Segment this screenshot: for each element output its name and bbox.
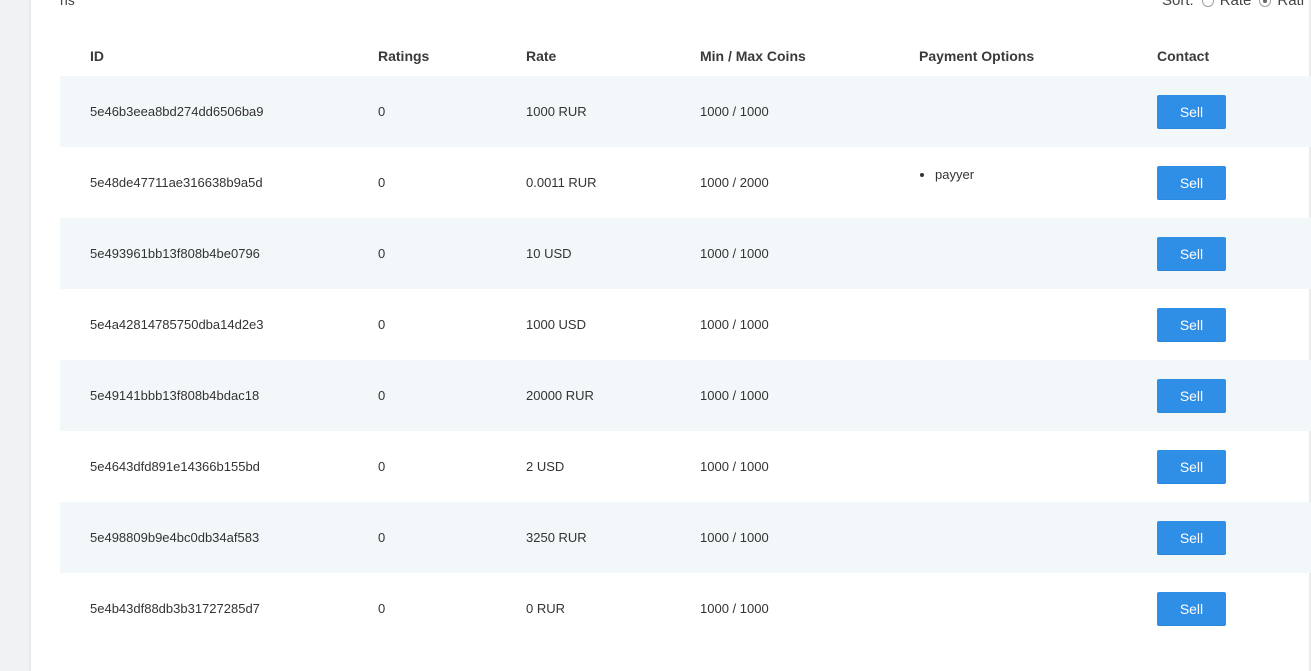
column-min-max-coins: Min / Max Coins [700, 48, 806, 64]
offer-id: 5e498809b9e4bc0db34af583 [90, 530, 260, 545]
offer-min-max: 1000 / 1000 [700, 530, 769, 545]
table-row: 5e4b43df88db3b31727285d7 0 0 RUR 1000 / … [60, 573, 1311, 644]
table-row: 5e4a42814785750dba14d2e3 0 1000 USD 1000… [60, 289, 1311, 360]
payment-option: payyer [935, 167, 1157, 183]
column-ratings: Ratings [378, 48, 430, 64]
offer-contact: Sell [1157, 94, 1311, 129]
column-id: ID [90, 48, 104, 64]
offer-rate: 1000 USD [526, 317, 586, 332]
sell-button[interactable]: Sell [1157, 94, 1226, 129]
table-row: 5e49141bbb13f808b4bdac18 0 20000 RUR 100… [60, 360, 1311, 431]
payment-options-list: payyer [919, 167, 1157, 183]
offer-id: 5e48de47711ae316638b9a5d [90, 175, 263, 190]
offer-ratings: 0 [378, 175, 386, 190]
sell-button[interactable]: Sell [1157, 449, 1226, 484]
offer-contact: Sell [1157, 378, 1311, 413]
offer-min-max: 1000 / 2000 [700, 175, 769, 190]
sell-button[interactable]: Sell [1157, 236, 1226, 271]
offer-rate: 10 USD [526, 246, 572, 261]
offer-ratings: 0 [378, 317, 386, 332]
sort-label: Sort: [1162, 0, 1194, 9]
sort-rating-label: Rati [1277, 0, 1305, 9]
offer-id: 5e493961bb13f808b4be0796 [90, 246, 260, 261]
offer-min-max: 1000 / 1000 [700, 601, 769, 616]
offer-rate: 1000 RUR [526, 104, 587, 119]
page-bottom-space [60, 649, 1311, 671]
sort-controls: Sort: Rate Rati [1162, 0, 1304, 9]
sort-rating-radio[interactable] [1259, 0, 1272, 7]
offer-min-max: 1000 / 1000 [700, 317, 769, 332]
offer-min-max: 1000 / 1000 [700, 104, 769, 119]
offer-id: 5e46b3eea8bd274dd6506ba9 [90, 104, 264, 119]
table-row: 5e46b3eea8bd274dd6506ba9 0 1000 RUR 1000… [60, 76, 1311, 147]
table-header: ID Ratings Rate Min / Max Coins Payment … [60, 36, 1311, 76]
sort-option-rating[interactable]: Rati [1259, 0, 1304, 9]
offer-ratings: 0 [378, 104, 386, 119]
column-rate: Rate [526, 48, 557, 64]
offer-ratings: 0 [378, 601, 386, 616]
offer-id: 5e49141bbb13f808b4bdac18 [90, 388, 260, 403]
offer-ratings: 0 [378, 388, 386, 403]
sell-button[interactable]: Sell [1157, 520, 1226, 555]
offer-contact: Sell [1157, 236, 1311, 271]
offer-min-max: 1000 / 1000 [700, 459, 769, 474]
offer-contact: Sell [1157, 520, 1311, 555]
column-contact: Contact [1157, 48, 1210, 64]
top-left-text: ns [60, 0, 75, 8]
offer-min-max: 1000 / 1000 [700, 246, 769, 261]
offer-contact: Sell [1157, 449, 1311, 484]
offer-contact: Sell [1157, 165, 1311, 200]
table-row: 5e493961bb13f808b4be0796 0 10 USD 1000 /… [60, 218, 1311, 289]
offer-rate: 3250 RUR [526, 530, 587, 545]
column-payment-options: Payment Options [919, 48, 1035, 64]
sell-button[interactable]: Sell [1157, 165, 1226, 200]
offer-contact: Sell [1157, 591, 1311, 626]
sort-rate-label: Rate [1219, 0, 1252, 9]
offer-ratings: 0 [378, 530, 386, 545]
sell-button[interactable]: Sell [1157, 378, 1226, 413]
offer-payment-options: payyer [919, 167, 1157, 191]
offer-rate: 20000 RUR [526, 388, 594, 403]
offer-rate: 0 RUR [526, 601, 566, 616]
table-row: 5e48de47711ae316638b9a5d 0 0.0011 RUR 10… [60, 147, 1311, 218]
offer-contact: Sell [1157, 307, 1311, 342]
sort-option-rate[interactable]: Rate [1201, 0, 1252, 9]
offers-table: ID Ratings Rate Min / Max Coins Payment … [60, 36, 1311, 644]
table-row: 5e4643dfd891e14366b155bd 0 2 USD 1000 / … [60, 431, 1311, 502]
offer-rate: 0.0011 RUR [526, 175, 597, 190]
sell-button[interactable]: Sell [1157, 307, 1226, 342]
offer-rate: 2 USD [526, 459, 565, 474]
offer-ratings: 0 [378, 459, 386, 474]
offer-id: 5e4a42814785750dba14d2e3 [90, 317, 264, 332]
sell-button[interactable]: Sell [1157, 591, 1226, 626]
table-row: 5e498809b9e4bc0db34af583 0 3250 RUR 1000… [60, 502, 1311, 573]
offer-ratings: 0 [378, 246, 386, 261]
offer-id: 5e4b43df88db3b31727285d7 [90, 601, 260, 616]
sort-rate-radio[interactable] [1201, 0, 1214, 7]
offer-id: 5e4643dfd891e14366b155bd [90, 459, 260, 474]
offer-min-max: 1000 / 1000 [700, 388, 769, 403]
